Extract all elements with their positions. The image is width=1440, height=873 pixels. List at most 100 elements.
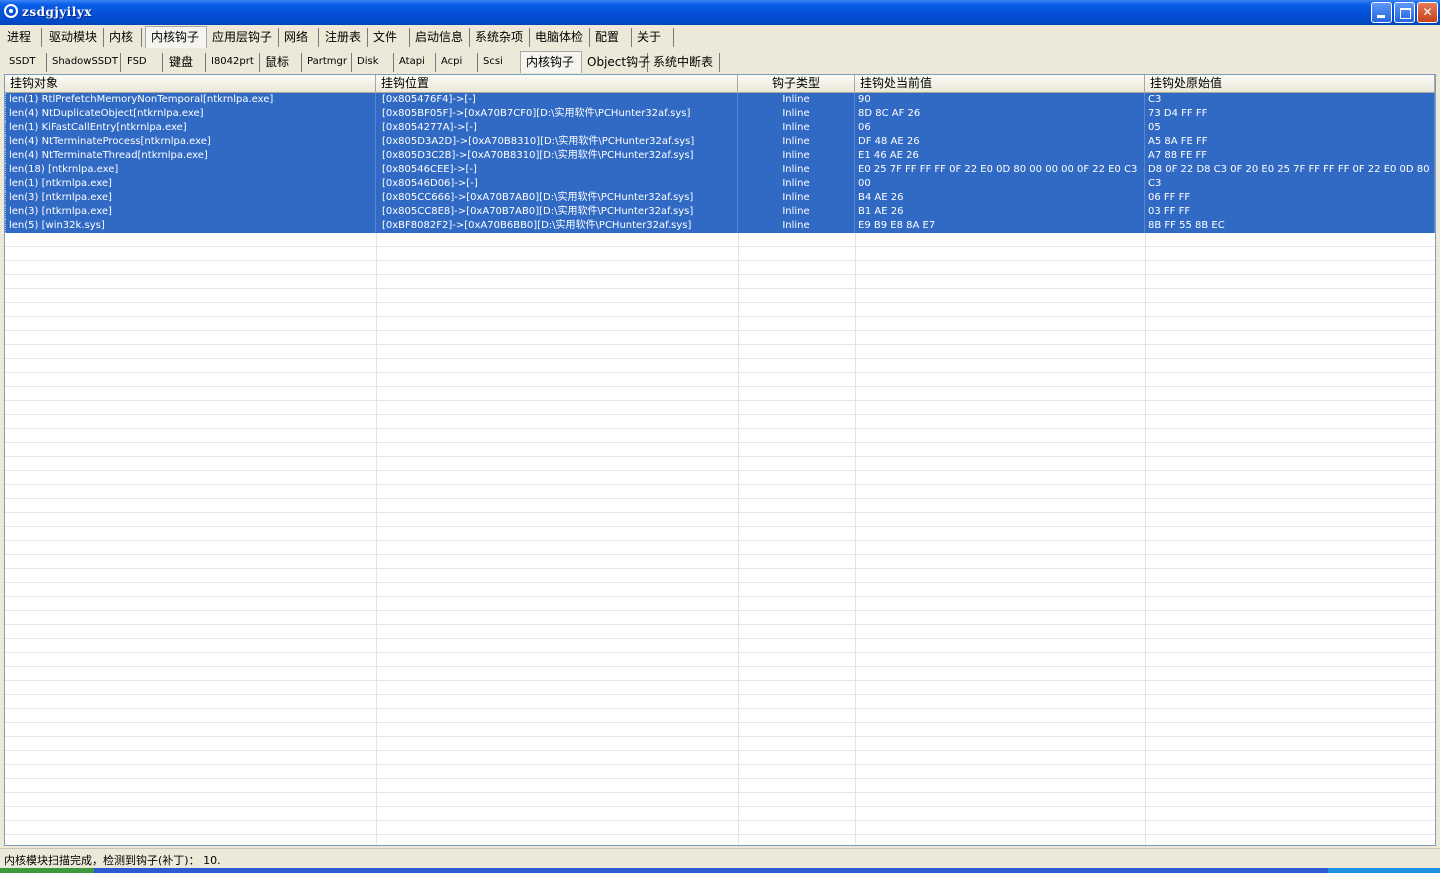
grid-line — [5, 527, 1435, 541]
grid-line — [5, 401, 1435, 415]
close-button[interactable]: ✕ — [1417, 2, 1438, 23]
grid-line — [5, 835, 1435, 845]
subtab-i8042prt[interactable]: I8042prt — [206, 53, 260, 72]
table-row[interactable]: len(5) [win32k.sys] [0xBF8082F2]->[0xA70B… — [5, 219, 1435, 233]
close-icon: ✕ — [1422, 5, 1433, 19]
cell-hook-object: len(1) [ntkrnlpa.exe] — [5, 177, 376, 191]
status-text: 内核模块扫描完成，检测到钩子(补丁)： 10. — [4, 854, 221, 867]
subtab-atapi[interactable]: Atapi — [394, 53, 436, 72]
tab-config[interactable]: 配置 — [590, 28, 632, 47]
column-header-hook-type[interactable]: 钩子类型 — [738, 75, 855, 92]
column-header-hook-object[interactable]: 挂钩对象 — [5, 75, 376, 92]
cell-original-value: 73 D4 FF FF — [1145, 107, 1435, 121]
table-row[interactable]: len(1) RtlPrefetchMemoryNonTemporal[ntkr… — [5, 93, 1435, 107]
subtab-partmgr[interactable]: Partmgr — [302, 53, 352, 72]
grid-line — [5, 611, 1435, 625]
grid-line — [5, 765, 1435, 779]
grid-line — [5, 345, 1435, 359]
cell-hook-location: [0x805476F4]->[-] — [379, 93, 738, 107]
minimize-button[interactable] — [1371, 2, 1392, 23]
grid-line — [5, 457, 1435, 471]
cell-hook-location: [0x805D3C2B]->[0xA70B8310][D:\实用软件\PCHun… — [379, 149, 738, 163]
subtab-acpi[interactable]: Acpi — [436, 53, 478, 72]
grid-line — [5, 331, 1435, 345]
cell-hook-type: Inline — [738, 219, 855, 233]
grid-line — [5, 583, 1435, 597]
table-row[interactable]: len(4) NtTerminateProcess[ntkrnlpa.exe][… — [5, 135, 1435, 149]
tab-startup-info[interactable]: 启动信息 — [410, 28, 470, 47]
grid-line — [5, 415, 1435, 429]
cell-hook-type: Inline — [738, 93, 855, 107]
tab-registry[interactable]: 注册表 — [320, 28, 368, 47]
subtab-fsd[interactable]: FSD — [122, 53, 163, 72]
subtab-mouse[interactable]: 鼠标 — [260, 53, 302, 72]
table-row[interactable]: len(1) KiFastCallEntry[ntkrnlpa.exe] [0x8… — [5, 121, 1435, 135]
cell-original-value: 03 FF FF — [1145, 205, 1435, 219]
subtab-shadowssdt[interactable]: ShadowSSDT — [47, 53, 121, 72]
subtab-disk[interactable]: Disk — [352, 53, 394, 72]
subtab-kernel-hooks[interactable]: 内核钩子 — [520, 51, 582, 73]
grid-line — [5, 667, 1435, 681]
tab-kernel[interactable]: 内核 — [104, 28, 142, 47]
grid-line — [5, 443, 1435, 457]
app-icon — [4, 4, 18, 18]
hook-list-view[interactable]: 挂钩对象 挂钩位置 钩子类型 挂钩处当前值 挂钩处原始值 len(1) RtlP… — [4, 74, 1436, 846]
restore-button[interactable] — [1394, 2, 1415, 23]
grid-line — [5, 807, 1435, 821]
cell-original-value: C3 — [1145, 93, 1435, 107]
grid-line — [5, 597, 1435, 611]
column-header-original-value[interactable]: 挂钩处原始值 — [1145, 75, 1435, 92]
grid-line — [5, 485, 1435, 499]
grid-line — [5, 737, 1435, 751]
start-button[interactable] — [0, 868, 94, 873]
tab-about[interactable]: 关于 — [632, 28, 674, 47]
tab-app-hooks[interactable]: 应用层钩子 — [207, 28, 279, 47]
table-row[interactable]: len(4) NtDuplicateObject[ntkrnlpa.exe] [0… — [5, 107, 1435, 121]
grid-line — [5, 373, 1435, 387]
grid-line — [5, 513, 1435, 527]
table-row[interactable]: len(18) [ntkrnlpa.exe] [0x80546CEE]->[-] I… — [5, 163, 1435, 177]
grid-line — [5, 723, 1435, 737]
cell-original-value: 06 FF FF — [1145, 191, 1435, 205]
cell-hook-type: Inline — [738, 107, 855, 121]
grid-line — [5, 499, 1435, 513]
cell-current-value: 90 — [855, 93, 1145, 107]
status-bar: 内核模块扫描完成，检测到钩子(补丁)： 10. — [0, 848, 1440, 869]
subtab-object-hooks[interactable]: Object钩子 — [582, 53, 650, 72]
table-row[interactable]: len(4) NtTerminateThread[ntkrnlpa.exe] [0… — [5, 149, 1435, 163]
cell-original-value: 05 — [1145, 121, 1435, 135]
cell-current-value: 00 — [855, 177, 1145, 191]
cell-original-value: C3 — [1145, 177, 1435, 191]
table-row[interactable]: len(3) [ntkrnlpa.exe] [0x805CC666]->[0xA7… — [5, 191, 1435, 205]
grid-line — [5, 261, 1435, 275]
tab-kernel-hooks[interactable]: 内核钩子 — [145, 26, 207, 48]
cell-hook-location: [0x805D3A2D]->[0xA70B8310][D:\实用软件\PCHun… — [379, 135, 738, 149]
subtab-ssdt[interactable]: SSDT — [4, 53, 47, 72]
title-bar[interactable]: zsdgjyilyx ✕ — [0, 0, 1440, 25]
tab-network[interactable]: 网络 — [279, 28, 319, 47]
tab-pc-checkup[interactable]: 电脑体检 — [530, 28, 590, 47]
table-row[interactable]: len(1) [ntkrnlpa.exe] [0x80546D06]->[-] In… — [5, 177, 1435, 191]
column-header-current-value[interactable]: 挂钩处当前值 — [855, 75, 1145, 92]
cell-hook-object: len(1) KiFastCallEntry[ntkrnlpa.exe] — [5, 121, 376, 135]
subtab-interrupt-table[interactable]: 系统中断表 — [648, 53, 720, 72]
cell-current-value: 06 — [855, 121, 1145, 135]
grid-line — [5, 275, 1435, 289]
cell-hook-object: len(4) NtDuplicateObject[ntkrnlpa.exe] — [5, 107, 376, 121]
grid-line — [5, 555, 1435, 569]
table-row[interactable]: len(3) [ntkrnlpa.exe] [0x805CC8E8]->[0xA7… — [5, 205, 1435, 219]
tab-system-misc[interactable]: 系统杂项 — [470, 28, 530, 47]
list-header: 挂钩对象 挂钩位置 钩子类型 挂钩处当前值 挂钩处原始值 — [5, 75, 1435, 93]
cell-hook-type: Inline — [738, 163, 855, 177]
cell-original-value: 8B FF 55 8B EC — [1145, 219, 1435, 233]
tab-driver-modules[interactable]: 驱动模块 — [44, 28, 104, 47]
subtab-scsi[interactable]: Scsi — [478, 53, 518, 72]
main-tab-bar: 进程 驱动模块 内核 内核钩子 应用层钩子 网络 注册表 文件 启动信息 系统杂… — [0, 26, 1440, 48]
cell-current-value: E9 B9 E8 8A E7 — [855, 219, 1145, 233]
tab-process[interactable]: 进程 — [2, 28, 42, 47]
cell-hook-object: len(4) NtTerminateProcess[ntkrnlpa.exe] — [5, 135, 376, 149]
tab-file[interactable]: 文件 — [368, 28, 410, 47]
list-body: len(1) RtlPrefetchMemoryNonTemporal[ntkr… — [5, 93, 1435, 845]
subtab-keyboard[interactable]: 键盘 — [164, 53, 206, 72]
column-header-hook-location[interactable]: 挂钩位置 — [376, 75, 738, 92]
